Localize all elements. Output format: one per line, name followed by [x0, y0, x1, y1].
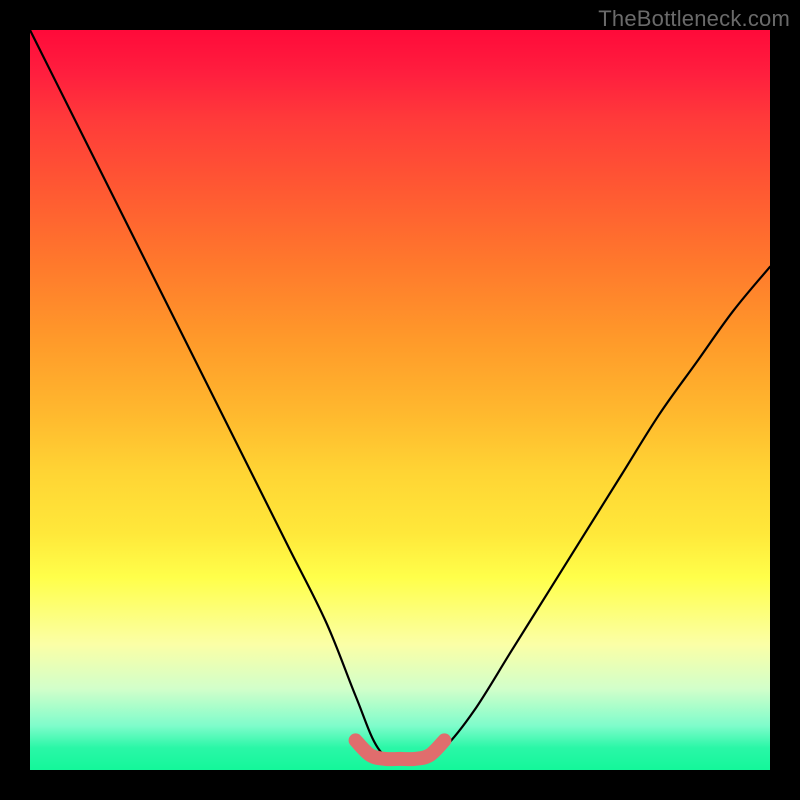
plot-area: [30, 30, 770, 770]
chart-svg: [30, 30, 770, 770]
bottleneck-curve: [30, 30, 770, 765]
watermark-text: TheBottleneck.com: [598, 6, 790, 32]
chart-frame: TheBottleneck.com: [0, 0, 800, 800]
bottleneck-floor: [356, 740, 445, 759]
